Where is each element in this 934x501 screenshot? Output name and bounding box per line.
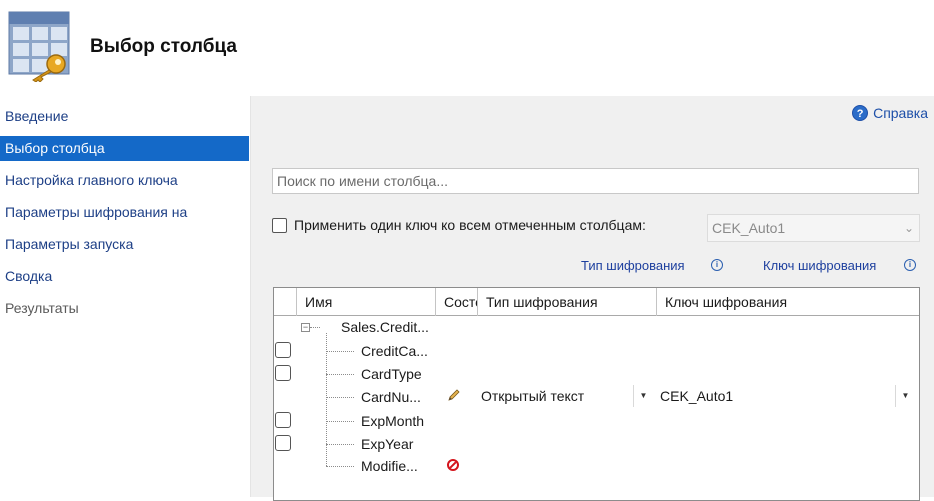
table-key-icon — [7, 10, 73, 83]
tree-connector — [326, 466, 354, 467]
encryption-type-value: Открытый текст — [481, 388, 585, 404]
tree-connector — [310, 327, 320, 328]
wizard-header: Выбор столбца — [0, 0, 934, 96]
sidebar-item-encryption-params[interactable]: Параметры шифрования на — [0, 200, 249, 225]
encryption-key-info-icon[interactable]: i — [904, 259, 916, 271]
row-column-name: CardNu... — [361, 389, 421, 405]
tree-connector — [326, 397, 354, 398]
sidebar-item-master-key[interactable]: Настройка главного ключа — [0, 168, 249, 193]
row-column-name: Modifie... — [361, 458, 418, 474]
encryption-type-info-icon[interactable]: i — [711, 259, 723, 271]
sidebar-item-results: Результаты — [5, 300, 79, 316]
help-icon: ? — [852, 105, 869, 121]
encryption-type-dropdown[interactable]: Открытый текст ▼ — [477, 384, 655, 408]
encryption-key-value: CEK_Auto1 — [660, 388, 734, 404]
columns-grid: Имя Состо Тип шифрования Ключ шифрования… — [273, 287, 920, 501]
main-panel: ? Справка Применить один ключ ко всем от… — [250, 96, 934, 501]
chevron-down-icon: ▼ — [633, 385, 653, 407]
encryption-key-dropdown[interactable]: CEK_Auto1 ▼ — [656, 384, 917, 408]
row-column-name: CardType — [361, 366, 422, 382]
encryption-type-link[interactable]: Тип шифрования — [581, 258, 685, 273]
row-checkbox[interactable] — [275, 365, 291, 381]
tree-connector — [326, 351, 354, 352]
row-checkbox[interactable] — [275, 412, 291, 428]
apply-one-key-label: Применить один ключ ко всем отмеченным с… — [294, 217, 646, 233]
column-header-encryption-type[interactable]: Тип шифрования — [477, 288, 657, 316]
sidebar-item-summary[interactable]: Сводка — [0, 264, 249, 289]
chevron-down-icon: ▼ — [895, 385, 915, 407]
apply-key-select[interactable]: CEK_Auto1 ⌄ — [707, 214, 920, 242]
page-title: Выбор столбца — [90, 36, 237, 57]
sidebar-item-run-params[interactable]: Параметры запуска — [0, 232, 249, 257]
help-link[interactable]: ? Справка — [852, 105, 928, 121]
table-node-label[interactable]: Sales.Credit... — [341, 319, 429, 335]
encryption-key-link[interactable]: Ключ шифрования — [763, 258, 876, 273]
apply-one-key-checkbox[interactable] — [272, 217, 287, 233]
grid-header: Имя Состо Тип шифрования Ключ шифрования — [274, 288, 919, 316]
chevron-down-icon: ⌄ — [903, 221, 914, 235]
row-column-name: ExpMonth — [361, 413, 425, 429]
sidebar-item-column-selection[interactable]: Выбор столбца — [0, 136, 249, 161]
apply-key-select-value: CEK_Auto1 — [712, 220, 786, 236]
tree-connector — [326, 421, 354, 422]
apply-one-key-row: Применить один ключ ко всем отмеченным с… — [272, 217, 646, 233]
column-header-name[interactable]: Имя — [296, 288, 436, 316]
row-column-name: CreditCa... — [361, 343, 428, 359]
row-column-name: ExpYear — [361, 436, 414, 452]
column-search-input[interactable] — [272, 168, 919, 194]
tree-connector — [326, 444, 354, 445]
pencil-icon — [446, 387, 462, 403]
collapse-icon[interactable]: − — [301, 323, 310, 332]
no-entry-icon — [447, 459, 459, 471]
sidebar-item-introduction[interactable]: Введение — [0, 104, 249, 129]
row-checkbox[interactable] — [275, 342, 291, 358]
row-checkbox[interactable] — [275, 435, 291, 451]
tree-connector — [326, 374, 354, 375]
help-label: Справка — [873, 105, 928, 121]
tree-connector — [326, 333, 327, 466]
column-header-state[interactable]: Состо — [435, 288, 477, 316]
wizard-sidebar: Введение Выбор столбца Настройка главног… — [0, 96, 249, 497]
column-header-encryption-key[interactable]: Ключ шифрования — [656, 288, 919, 316]
